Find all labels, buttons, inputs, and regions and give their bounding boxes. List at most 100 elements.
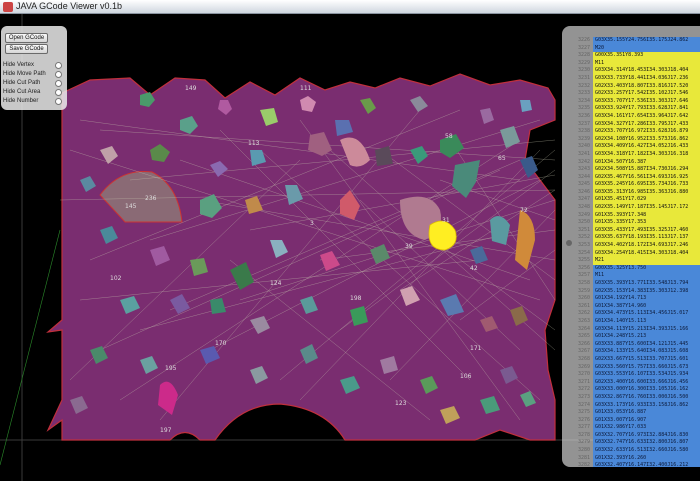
- gcode-line[interactable]: 3232 G02X33.403Y18.807I33.816J17.520: [574, 82, 700, 91]
- gcode-line[interactable]: 3278 G03X32.707Y16.973I32.884J16.830: [574, 431, 700, 440]
- toggle-label: Hide Cut Area: [3, 89, 41, 95]
- gcode-line[interactable]: 3243 G02X34.508Y15.887I34.730J16.294: [574, 166, 700, 174]
- gcode-line[interactable]: 3238 G02X33.707Y16.972I33.628J16.879: [574, 128, 700, 136]
- gcode-line[interactable]: 3234 G03X33.707Y17.536I33.303J17.646: [574, 97, 700, 106]
- line-number: 3278: [577, 431, 590, 438]
- gcode-line[interactable]: 3252 G03X35.637Y18.193I35.113J17.137: [574, 234, 700, 243]
- gcode-text: G01X34.387Y14.960: [593, 302, 700, 311]
- gcode-line[interactable]: 3271 G02X33.400Y16.600I33.666J16.456: [574, 378, 700, 387]
- gcode-line[interactable]: 3269 G02X33.560Y15.757I33.660J15.673: [574, 363, 700, 372]
- gcode-text: M21: [593, 257, 700, 265]
- gcode-line[interactable]: 3237 G03X34.327Y17.286I33.795J17.433: [574, 120, 700, 129]
- gcode-line[interactable]: 3230 G03X34.314Y18.453I34.303J18.404: [574, 67, 700, 75]
- gcode-text: G01X33.053Y16.887: [593, 409, 700, 417]
- gcode-line[interactable]: 3279 G03X32.747Y16.633I32.800J16.807: [574, 439, 700, 448]
- gcode-text: G00X35.351Y8.393: [593, 52, 700, 60]
- line-number: 3245: [577, 181, 590, 188]
- gcode-line[interactable]: 3268 G02X33.667Y15.513I33.707J15.601: [574, 355, 700, 364]
- radio-icon[interactable]: [55, 62, 62, 69]
- line-number: 3252: [577, 234, 590, 241]
- line-number: 3255: [577, 257, 590, 264]
- gcode-line[interactable]: 3265 G01X34.248Y15.213: [574, 333, 700, 341]
- gcode-line[interactable]: 3262 G03X34.473Y15.113I34.456J15.017: [574, 310, 700, 318]
- gcode-line[interactable]: 3264 G03X34.113Y15.213I34.393J15.166: [574, 325, 700, 334]
- gcode-line[interactable]: 3241 G03X34.318Y17.182I34.303J16.318: [574, 150, 700, 159]
- hide-cut-path-toggle[interactable]: Hide Cut Path: [3, 79, 65, 88]
- open-gcode-button[interactable]: Open GCode: [5, 33, 48, 43]
- gcode-line[interactable]: 3277 G01X32.986Y17.033: [574, 424, 700, 432]
- save-gcode-button[interactable]: Save GCode: [5, 44, 48, 54]
- gcode-line[interactable]: 3239 G02X34.108Y16.952I33.573J16.862: [574, 135, 700, 144]
- gcode-line[interactable]: 3256 G00X35.325Y13.750: [574, 264, 700, 273]
- gcode-line[interactable]: 3226 G03X35.155Y24.756I35.175J24.862: [574, 37, 700, 45]
- gcode-line[interactable]: 3233 G02X33.257Y17.542I35.102J17.546: [574, 90, 700, 98]
- gcode-line[interactable]: 3258 G03X35.393Y13.771I33.548J13.794: [574, 280, 700, 288]
- gcode-text: G02X33.403Y18.807I33.816J17.520: [593, 82, 700, 91]
- gcode-line[interactable]: 3246 G03X35.313Y16.985I35.363J16.880: [574, 188, 700, 197]
- line-number: 3248: [577, 204, 590, 211]
- gcode-line[interactable]: 3242 G01X34.507Y16.387: [574, 158, 700, 167]
- gcode-line[interactable]: 3244 G02X35.467Y16.561I34.693J16.925: [574, 173, 700, 182]
- radio-icon[interactable]: [55, 71, 62, 78]
- gcode-text: G01X34.140Y15.113: [593, 317, 700, 326]
- gcode-line[interactable]: 3276 G01X33.007Y16.907: [574, 416, 700, 425]
- part-label: 236: [145, 195, 157, 202]
- part-label: 102: [110, 275, 122, 282]
- gcode-line[interactable]: 3257 M11: [574, 272, 700, 280]
- line-number: 3269: [577, 363, 590, 370]
- toggle-label: Hide Number: [3, 98, 39, 104]
- line-number: 3247: [577, 196, 590, 203]
- gcode-line[interactable]: 3251 G03X35.433Y17.493I35.325J17.460: [574, 226, 700, 235]
- line-number: 3274: [577, 401, 590, 408]
- gcode-line[interactable]: 3247 G01X35.451Y17.029: [574, 196, 700, 205]
- gcode-text: G01X35.451Y17.029: [593, 196, 700, 205]
- hide-move-path-toggle[interactable]: Hide Move Path: [3, 70, 65, 79]
- part-label: 31: [442, 217, 450, 224]
- line-number: 3239: [577, 135, 590, 142]
- gcode-line[interactable]: 3249 G01X35.393Y17.348: [574, 211, 700, 220]
- gcode-line[interactable]: 3266 G03X33.887Y15.600I34.121J15.445: [574, 340, 700, 349]
- gcode-line[interactable]: 3275 G01X33.053Y16.887: [574, 409, 700, 417]
- gcode-line[interactable]: 3236 G03X34.161Y17.654I33.964J17.642: [574, 112, 700, 121]
- gcode-line[interactable]: 3280 G03X32.633Y16.513I32.660J16.580: [574, 447, 700, 455]
- gcode-text: G03X33.553Y16.107I33.534J15.934: [593, 371, 700, 379]
- radio-icon[interactable]: [55, 89, 62, 96]
- hide-cut-area-toggle[interactable]: Hide Cut Area: [3, 88, 65, 97]
- hide-vertex-toggle[interactable]: Hide Vertex: [3, 61, 65, 70]
- radio-icon[interactable]: [55, 80, 62, 87]
- gcode-line[interactable]: 3274 G03X33.173Y16.933I33.158J16.862: [574, 401, 700, 410]
- gcode-line[interactable]: 3231 G03X33.733Y18.441I34.036J17.236: [574, 74, 700, 83]
- gcode-line[interactable]: 3263 G01X34.140Y15.113: [574, 317, 700, 326]
- gcode-line[interactable]: 3235 G03X33.924Y17.793I33.628J17.841: [574, 105, 700, 113]
- gcode-line-list[interactable]: 3226 G03X35.155Y24.756I35.175J24.862 3227 M…: [574, 37, 700, 467]
- gcode-line[interactable]: 3253 G03X34.402Y18.172I34.693J17.246: [574, 242, 700, 250]
- gcode-line[interactable]: 3255 M21: [574, 257, 700, 265]
- gcode-line[interactable]: 3282 G03X32.407Y16.147I32.400J16.212: [574, 462, 700, 467]
- scroll-handle[interactable]: [566, 240, 572, 246]
- gcode-line[interactable]: 3272 G03X33.000Y16.300I33.105J16.162: [574, 386, 700, 394]
- line-number: 3266: [577, 340, 590, 347]
- gcode-line[interactable]: 3227 M20: [574, 44, 700, 53]
- gcode-line[interactable]: 3250 G01X35.335Y17.353: [574, 219, 700, 227]
- line-number: 3246: [577, 188, 590, 195]
- gcode-listing-panel[interactable]: 3226 G03X35.155Y24.756I35.175J24.862 3227 M…: [562, 26, 700, 467]
- gcode-text: G02X33.400Y16.600I33.666J16.456: [593, 378, 700, 387]
- gcode-line[interactable]: 3267 G03X34.133Y15.640I34.083J15.608: [574, 348, 700, 356]
- gcode-line[interactable]: 3270 G03X33.553Y16.107I33.534J15.934: [574, 371, 700, 379]
- line-number: 3228: [577, 52, 590, 59]
- gcode-line[interactable]: 3245 G03X35.245Y16.695I35.734J16.733: [574, 181, 700, 189]
- gcode-line[interactable]: 3281 G01X32.393Y16.260: [574, 454, 700, 463]
- gcode-line[interactable]: 3254 G03X34.254Y18.415I34.303J18.404: [574, 249, 700, 258]
- line-number: 3276: [577, 416, 590, 423]
- gcode-line[interactable]: 3259 G02X35.153Y14.383I35.303J12.398: [574, 287, 700, 296]
- gcode-text: G03X32.867Y16.760I33.000J16.500: [593, 393, 700, 402]
- gcode-line[interactable]: 3261 G01X34.387Y14.960: [574, 302, 700, 311]
- radio-icon[interactable]: [55, 98, 62, 105]
- hide-number-toggle[interactable]: Hide Number: [3, 97, 65, 106]
- gcode-line[interactable]: 3273 G03X32.867Y16.760I33.000J16.500: [574, 393, 700, 402]
- gcode-line[interactable]: 3229 M11: [574, 59, 700, 68]
- gcode-line[interactable]: 3260 G01X34.192Y14.713: [574, 295, 700, 303]
- gcode-line[interactable]: 3248 G02X35.149Y17.187I35.145J17.172: [574, 204, 700, 212]
- gcode-line[interactable]: 3240 G03X34.409Y16.427I34.052J16.433: [574, 143, 700, 151]
- gcode-line[interactable]: 3228 G00X35.351Y8.393: [574, 52, 700, 60]
